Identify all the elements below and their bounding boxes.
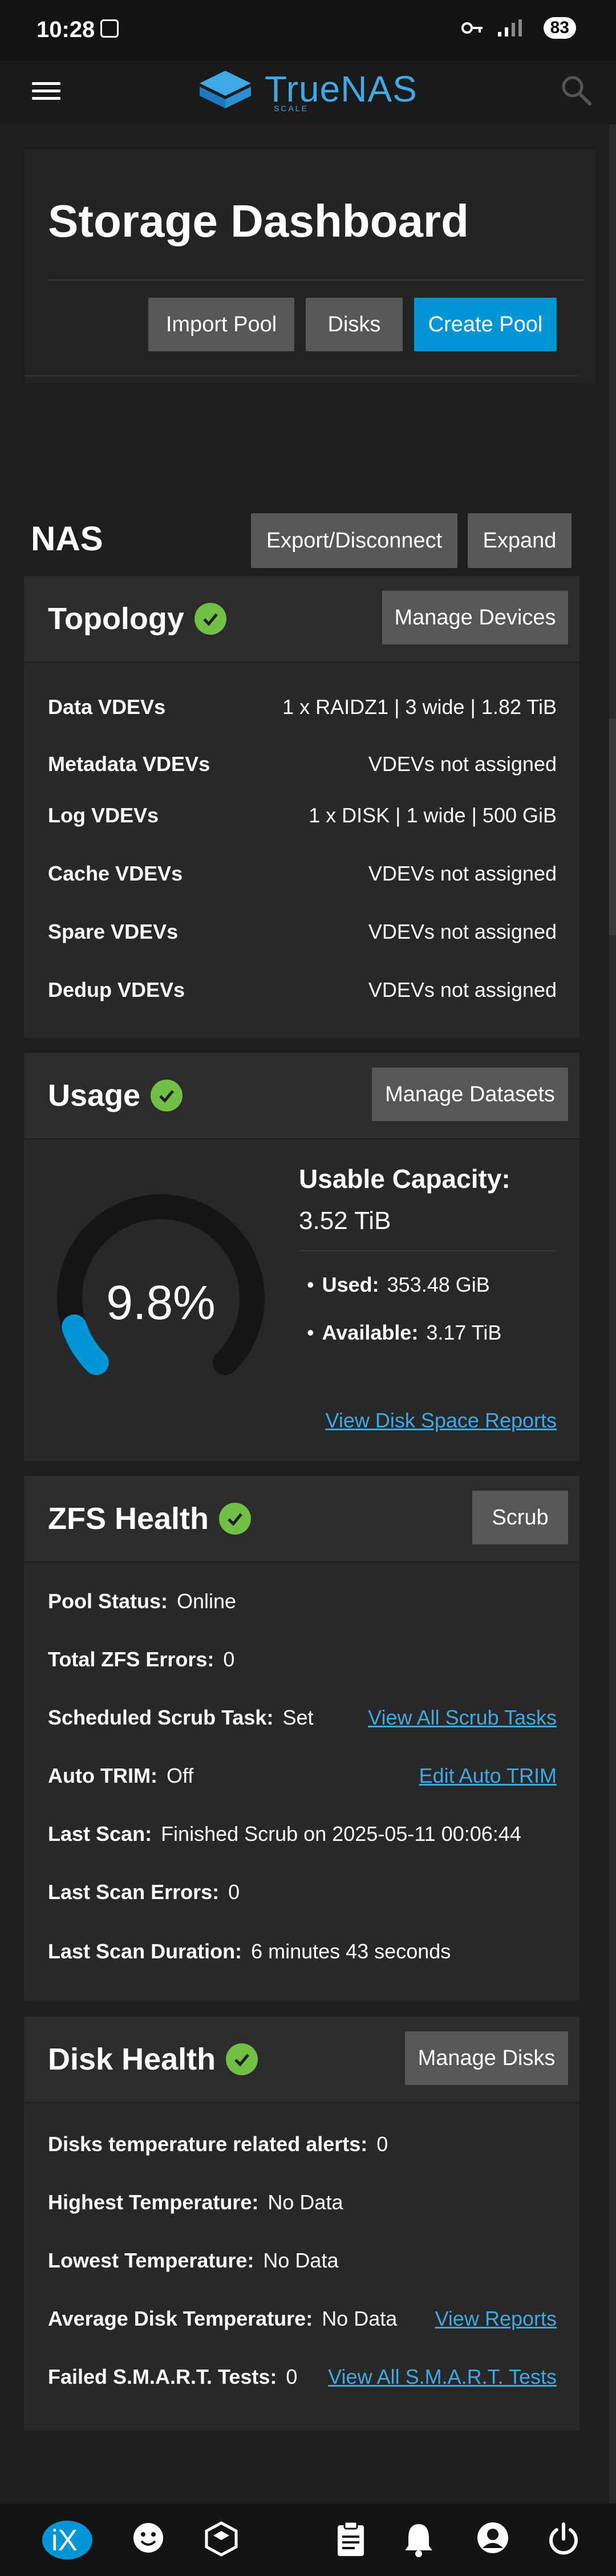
expand-button[interactable]: Expand	[468, 513, 572, 568]
status-icons: 83	[461, 17, 576, 39]
check-circle-icon	[194, 603, 226, 635]
card-title: ZFS Health	[48, 1501, 252, 1536]
available-row: • Available: 3.17 TiB	[307, 1321, 502, 1344]
highest-temp-row: Highest Temperature: No Data	[48, 2190, 343, 2214]
card-title: Usage	[48, 1078, 183, 1113]
menu-icon[interactable]	[32, 78, 60, 103]
gauge-fill	[62, 1314, 109, 1376]
disk-health-card: Disk Health Manage Disks Disks temperatu…	[24, 2017, 579, 2431]
check-circle-icon	[219, 1503, 252, 1535]
status-bar: 10:28 83	[0, 0, 616, 60]
truenas-logo: TrueNAS SCALE	[194, 66, 418, 113]
account-circle-icon[interactable]	[476, 2521, 510, 2555]
brand-edition: SCALE	[274, 104, 309, 113]
disks-button[interactable]: Disks	[306, 298, 403, 351]
card-title: Topology	[48, 601, 226, 636]
search-icon[interactable]	[559, 73, 593, 107]
divider	[48, 279, 584, 281]
card-header: ZFS Health Scrub	[24, 1476, 579, 1563]
view-disk-space-reports-link[interactable]: View Disk Space Reports	[325, 1409, 557, 1433]
topology-row: Log VDEVs 1 x DISK | 1 wide | 500 GiB	[48, 804, 557, 827]
usable-capacity-value: 3.52 TiB	[299, 1207, 391, 1235]
average-temp-row: Average Disk Temperature: No Data View Rep…	[48, 2307, 557, 2331]
check-circle-icon	[226, 2043, 258, 2075]
divider	[299, 1250, 556, 1251]
auto-trim-row: Auto TRIM: Off Edit Auto TRIM	[48, 1764, 557, 1788]
manage-devices-button[interactable]: Manage Devices	[382, 591, 568, 644]
feedback-icon[interactable]	[131, 2521, 165, 2555]
view-reports-link[interactable]: View Reports	[435, 2307, 557, 2331]
scrub-button[interactable]: Scrub	[472, 1491, 568, 1544]
check-circle-icon	[151, 1080, 183, 1111]
scrollbar-track[interactable]	[609, 124, 616, 2512]
topology-row: Spare VDEVs VDEVs not assigned	[48, 920, 557, 943]
topology-card: Topology Manage Devices Data VDEVs 1 x RA…	[24, 576, 579, 1038]
notifications-bell-icon[interactable]	[403, 2521, 435, 2557]
battery-indicator: 83	[543, 17, 576, 39]
scrub-task-row: Scheduled Scrub Task: Set View All Scrub T…	[48, 1706, 557, 1730]
smart-tests-row: Failed S.M.A.R.T. Tests: 0 View All S.M.A.…	[48, 2365, 557, 2389]
card-title: Disk Health	[48, 2042, 258, 2077]
ix-logo-icon[interactable]: iX	[39, 2516, 96, 2562]
clipboard-icon[interactable]	[335, 2521, 366, 2557]
topology-row: Dedup VDEVs VDEVs not assigned	[48, 978, 557, 1001]
view-all-scrub-tasks-link[interactable]: View All Scrub Tasks	[368, 1706, 557, 1730]
dashboard-header: Storage Dashboard Import Pool Disks Crea…	[25, 149, 595, 383]
screen-record-icon	[100, 19, 119, 38]
view-all-smart-tests-link[interactable]: View All S.M.A.R.T. Tests	[328, 2365, 557, 2389]
clock: 10:28	[37, 17, 95, 42]
page-title: Storage Dashboard	[48, 196, 469, 246]
signal-icon	[497, 19, 522, 36]
lowest-temp-row: Lowest Temperature: No Data	[48, 2249, 339, 2272]
import-pool-button[interactable]: Import Pool	[148, 298, 294, 351]
app-bar: TrueNAS SCALE	[0, 60, 616, 124]
pool-name: NAS	[31, 520, 103, 558]
bottom-nav: iX	[0, 2504, 616, 2576]
used-row: • Used: 353.48 GiB	[307, 1273, 490, 1296]
key-icon	[461, 22, 483, 34]
card-header: Disk Health Manage Disks	[24, 2017, 579, 2103]
card-header: Usage Manage Datasets	[24, 1053, 579, 1139]
truenas-logo-icon	[200, 71, 251, 108]
pool-status-row: Pool Status: Online	[48, 1589, 237, 1613]
disk-health-title: Disk Health	[48, 2042, 216, 2076]
divider	[25, 375, 577, 376]
last-scan-duration-row: Last Scan Duration: 6 minutes 43 seconds	[48, 1940, 451, 1963]
usage-percent: 9.8%	[106, 1276, 216, 1329]
apps-icon[interactable]	[204, 2521, 238, 2557]
topology-row: Data VDEVs 1 x RAIDZ1 | 3 wide | 1.82 TiB	[48, 695, 557, 719]
create-pool-button[interactable]: Create Pool	[414, 298, 557, 351]
zfs-health-title: ZFS Health	[48, 1502, 209, 1536]
edit-auto-trim-link[interactable]: Edit Auto TRIM	[419, 1764, 557, 1788]
temp-alerts-row: Disks temperature related alerts: 0	[48, 2132, 388, 2156]
topology-row: Metadata VDEVs VDEVs not assigned	[48, 752, 557, 776]
usage-title: Usage	[48, 1078, 141, 1113]
manage-datasets-button[interactable]: Manage Datasets	[372, 1068, 568, 1121]
usable-capacity-label: Usable Capacity:	[299, 1164, 510, 1194]
manage-disks-button[interactable]: Manage Disks	[405, 2031, 568, 2085]
zfs-errors-row: Total ZFS Errors: 0	[48, 1648, 235, 1671]
export-disconnect-button[interactable]: Export/Disconnect	[251, 513, 457, 568]
last-scan-row: Last Scan: Finished Scrub on 2025-05-11 0…	[48, 1822, 521, 1845]
usage-card: Usage Manage Datasets 9.8% Usable Capaci…	[24, 1053, 579, 1461]
last-scan-errors-row: Last Scan Errors: 0	[48, 1880, 240, 1904]
power-icon[interactable]	[546, 2521, 581, 2557]
card-header: Topology Manage Devices	[24, 576, 579, 663]
scrollbar-thumb[interactable]	[609, 719, 616, 935]
topology-row: Cache VDEVs VDEVs not assigned	[48, 862, 557, 885]
topology-title: Topology	[48, 602, 184, 636]
svg-text:iX: iX	[51, 2524, 78, 2557]
zfs-health-card: ZFS Health Scrub Pool Status: Online Tota…	[24, 1476, 579, 2001]
